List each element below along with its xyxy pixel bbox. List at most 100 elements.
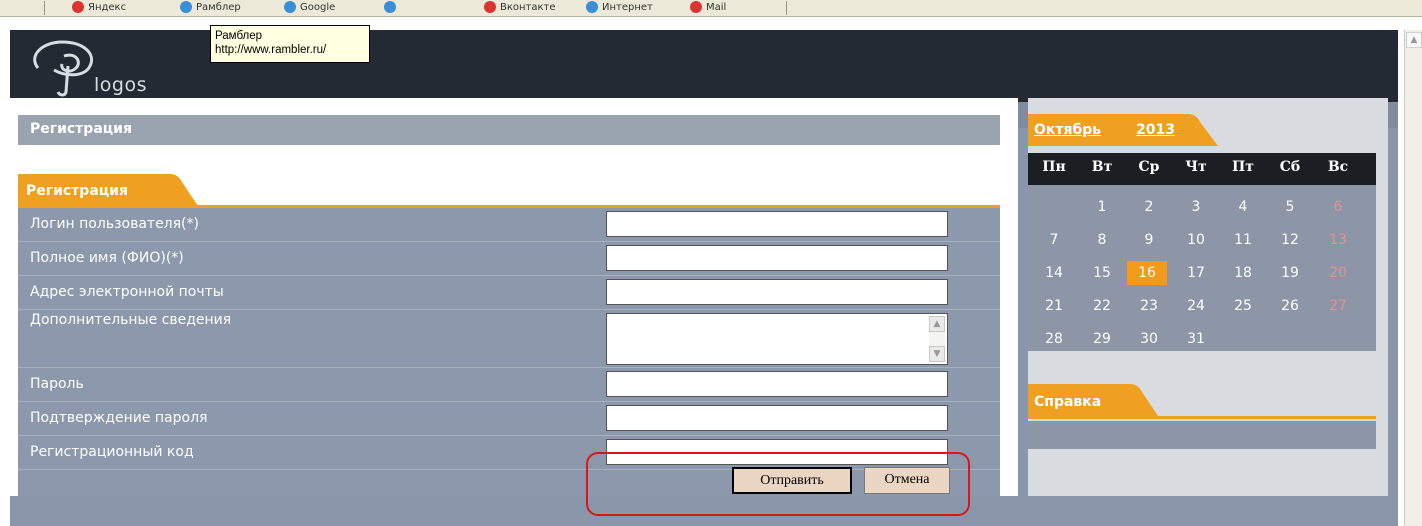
calendar-day bbox=[1318, 327, 1358, 351]
form-row-email: Адрес электронной почты bbox=[18, 276, 1000, 310]
browser-links-toolbar: Яндекс Рамблер Google Вконтакте Интернет… bbox=[0, 0, 1422, 17]
calendar-year-link[interactable]: 2013 bbox=[1136, 122, 1175, 138]
calendar-day[interactable]: 17 bbox=[1176, 261, 1216, 285]
calendar-day[interactable]: 22 bbox=[1082, 294, 1122, 318]
tooltip-url: http://www.rambler.ru/ bbox=[215, 44, 327, 56]
calendar-month-link[interactable]: Октябрь bbox=[1034, 122, 1101, 138]
calendar-day[interactable]: 2 bbox=[1129, 195, 1169, 219]
calendar-day[interactable]: 31 bbox=[1176, 327, 1216, 351]
form-row-extra-info: Дополнительные сведения ▲ ▼ bbox=[18, 310, 1000, 368]
calendar-day[interactable]: 19 bbox=[1270, 261, 1310, 285]
calendar-day bbox=[1223, 327, 1263, 351]
scroll-up-icon[interactable]: ▲ bbox=[929, 316, 945, 332]
login-input[interactable] bbox=[606, 211, 948, 237]
toolbar-link-label: Интернет bbox=[602, 2, 653, 13]
form-row-password-confirm: Подтверждение пароля bbox=[18, 402, 1000, 436]
toolbar-link[interactable]: Интернет bbox=[586, 1, 653, 15]
weekday-label: Вс bbox=[1327, 159, 1349, 175]
calendar-day[interactable]: 4 bbox=[1223, 195, 1263, 219]
calendar-day[interactable]: 30 bbox=[1129, 327, 1169, 351]
ie-icon bbox=[180, 1, 192, 13]
calendar-day[interactable]: 24 bbox=[1176, 294, 1216, 318]
form-row-password: Пароль bbox=[18, 368, 1000, 402]
reg-code-label: Регистрационный код bbox=[30, 444, 194, 460]
textarea-scrollbar[interactable]: ▲ ▼ bbox=[929, 316, 945, 362]
calendar-day[interactable]: 9 bbox=[1129, 228, 1169, 252]
calendar-day[interactable]: 27 bbox=[1318, 294, 1358, 318]
calendar-day[interactable]: 7 bbox=[1034, 228, 1074, 252]
toolbar-link-label: Mail bbox=[706, 2, 727, 13]
toolbar-link[interactable]: Google bbox=[284, 1, 335, 15]
page-icon bbox=[484, 1, 496, 13]
calendar-day[interactable]: 8 bbox=[1082, 228, 1122, 252]
ie-icon bbox=[284, 1, 296, 13]
toolbar-link-label: Вконтакте bbox=[500, 2, 556, 13]
logo-icon[interactable] bbox=[24, 36, 104, 98]
section-tab-label: Регистрация bbox=[26, 183, 128, 199]
calendar-day[interactable]: 12 bbox=[1270, 228, 1310, 252]
calendar-day[interactable]: 6 bbox=[1318, 195, 1358, 219]
calendar-day[interactable]: 11 bbox=[1223, 228, 1263, 252]
calendar-day[interactable]: 21 bbox=[1034, 294, 1074, 318]
help-title: Справка bbox=[1034, 394, 1102, 410]
email-label: Адрес электронной почты bbox=[30, 284, 224, 300]
toolbar-link[interactable]: Яндекс bbox=[72, 1, 126, 15]
form-row-login: Логин пользователя(*) bbox=[18, 208, 1000, 242]
toolbar-link[interactable] bbox=[384, 1, 400, 15]
page-title-bar: Регистрация bbox=[18, 115, 1000, 145]
calendar-day[interactable]: 25 bbox=[1223, 294, 1263, 318]
password-confirm-input[interactable] bbox=[606, 405, 948, 431]
page-scrollbar[interactable]: ▲ bbox=[1404, 30, 1422, 526]
scroll-up-icon[interactable]: ▲ bbox=[1406, 32, 1422, 48]
yandex-icon bbox=[72, 1, 84, 13]
toolbar-link-label: Рамблер bbox=[196, 2, 241, 13]
calendar-day[interactable]: 14 bbox=[1034, 261, 1074, 285]
ie-icon bbox=[586, 1, 598, 13]
ie-icon bbox=[384, 1, 396, 13]
password-confirm-label: Подтверждение пароля bbox=[30, 410, 208, 426]
calendar-day[interactable]: 28 bbox=[1034, 327, 1074, 351]
calendar-day[interactable]: 15 bbox=[1082, 261, 1122, 285]
toolbar-link[interactable]: Mail bbox=[690, 1, 726, 15]
form-row-fullname: Полное имя (ФИО)(*) bbox=[18, 242, 1000, 276]
calendar-day bbox=[1034, 195, 1074, 219]
calendar-day[interactable]: 5 bbox=[1270, 195, 1310, 219]
toolbar-separator bbox=[786, 1, 787, 15]
calendar-day[interactable]: 23 bbox=[1129, 294, 1169, 318]
calendar-day[interactable]: 3 bbox=[1176, 195, 1216, 219]
section-tab: Регистрация bbox=[18, 174, 1000, 208]
calendar-day[interactable]: 29 bbox=[1082, 327, 1122, 351]
calendar-day[interactable]: 1 bbox=[1082, 195, 1122, 219]
calendar-today[interactable]: 16 bbox=[1127, 261, 1167, 285]
scroll-down-icon[interactable]: ▼ bbox=[929, 346, 945, 362]
calendar-day bbox=[1270, 327, 1310, 351]
calendar-day[interactable]: 18 bbox=[1223, 261, 1263, 285]
calendar-day[interactable]: 13 bbox=[1318, 228, 1358, 252]
fullname-label: Полное имя (ФИО)(*) bbox=[30, 250, 184, 266]
weekday-label: Чт bbox=[1185, 159, 1207, 175]
password-label: Пароль bbox=[30, 376, 84, 392]
page-icon bbox=[690, 1, 702, 13]
toolbar-link[interactable]: Вконтакте bbox=[484, 1, 556, 15]
extra-info-textarea[interactable]: ▲ ▼ bbox=[606, 313, 948, 365]
toolbar-link-label: Google bbox=[300, 2, 336, 13]
toolbar-link[interactable]: Рамблер bbox=[180, 1, 241, 15]
main-content: Регистрация Регистрация Логин пользовате… bbox=[10, 98, 1018, 496]
email-input[interactable] bbox=[606, 279, 948, 305]
weekday-label: Ср bbox=[1138, 159, 1160, 175]
calendar-day[interactable]: 20 bbox=[1318, 261, 1358, 285]
weekday-label: Сб bbox=[1279, 159, 1301, 175]
link-tooltip: Рамблер http://www.rambler.ru/ bbox=[210, 25, 370, 63]
weekday-label: Вт bbox=[1091, 159, 1113, 175]
tooltip-title: Рамблер bbox=[215, 30, 263, 42]
toolbar-separator bbox=[44, 1, 45, 15]
login-label: Логин пользователя(*) bbox=[30, 216, 199, 232]
calendar-day[interactable]: 26 bbox=[1270, 294, 1310, 318]
calendar-day[interactable]: 10 bbox=[1176, 228, 1216, 252]
password-input[interactable] bbox=[606, 371, 948, 397]
weekday-label: Пн bbox=[1042, 159, 1066, 175]
extra-info-label: Дополнительные сведения bbox=[30, 312, 232, 328]
toolbar-link-label: Яндекс bbox=[88, 2, 127, 13]
fullname-input[interactable] bbox=[606, 245, 948, 271]
calendar-weekday-header: Пн Вт Ср Чт Пт Сб Вс bbox=[1028, 153, 1376, 185]
